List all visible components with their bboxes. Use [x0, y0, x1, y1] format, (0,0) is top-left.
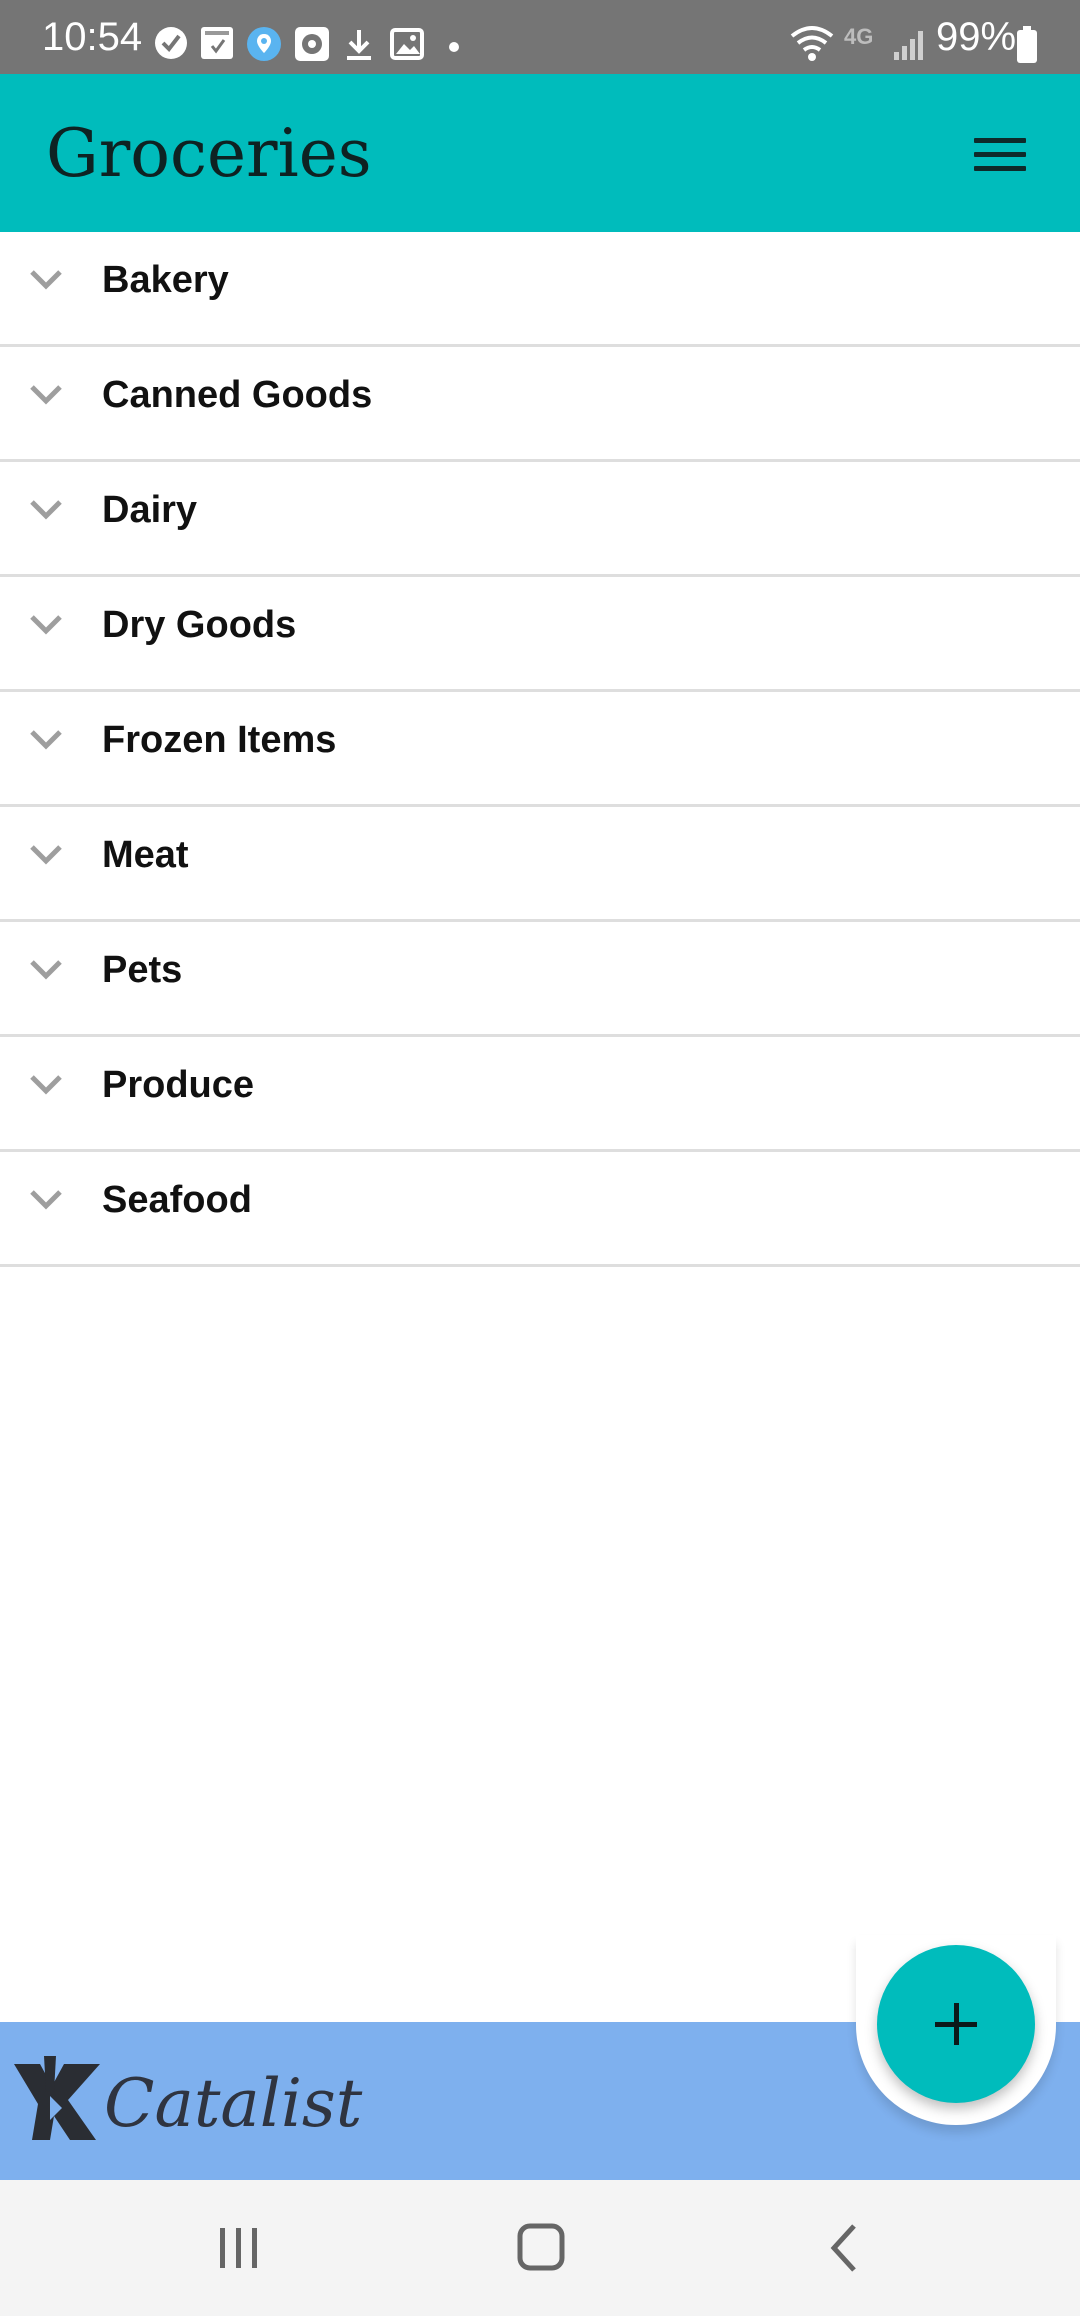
brand-name: Catalist: [104, 2065, 363, 2142]
recent-apps-button[interactable]: [204, 2216, 274, 2280]
hamburger-menu-icon: [974, 138, 1026, 143]
category-label: Produce: [102, 1064, 255, 1106]
category-item-dry-goods[interactable]: Dry Goods: [0, 577, 1080, 692]
chevron-down-icon[interactable]: [26, 950, 66, 990]
hamburger-menu-icon-line: [974, 152, 1026, 157]
category-label: Pets: [102, 949, 183, 991]
system-nav-bar: [0, 2180, 1080, 2316]
back-icon: [830, 2224, 856, 2272]
category-item-produce[interactable]: Produce: [0, 1037, 1080, 1152]
category-item-pets[interactable]: Pets: [0, 922, 1080, 1037]
catalist-logo-icon: [14, 2056, 100, 2140]
category-label: Seafood: [102, 1179, 252, 1221]
add-button[interactable]: [877, 1945, 1035, 2103]
signal-icon: [892, 28, 926, 67]
plus-icon-vertical: [954, 2003, 959, 2045]
category-label: Canned Goods: [102, 374, 373, 416]
page-title: Groceries: [46, 115, 372, 192]
category-list: Bakery Canned Goods Dairy Dry Goods Froz…: [0, 232, 1080, 1267]
category-item-dairy[interactable]: Dairy: [0, 462, 1080, 577]
category-label: Meat: [102, 834, 189, 876]
back-button[interactable]: [808, 2216, 878, 2280]
chevron-down-icon[interactable]: [26, 605, 66, 645]
chevron-down-icon[interactable]: [26, 720, 66, 760]
chevron-down-icon[interactable]: [26, 260, 66, 300]
chevron-down-icon[interactable]: [26, 1065, 66, 1105]
category-label: Dry Goods: [102, 604, 297, 646]
category-item-frozen-items[interactable]: Frozen Items: [0, 692, 1080, 807]
battery-percent: 99%: [936, 15, 1017, 59]
home-icon: [517, 2223, 565, 2271]
chevron-down-icon[interactable]: [26, 1180, 66, 1220]
image-icon: [390, 28, 424, 65]
chevron-down-icon[interactable]: [26, 490, 66, 530]
chevron-down-icon[interactable]: [26, 835, 66, 875]
status-bar: 10:54 4G 99%: [0, 0, 1080, 74]
download-icon: [344, 28, 374, 67]
category-item-canned-goods[interactable]: Canned Goods: [0, 347, 1080, 462]
chevron-down-icon[interactable]: [26, 375, 66, 415]
home-button[interactable]: [506, 2216, 576, 2280]
wifi-icon: [790, 24, 834, 69]
category-label: Dairy: [102, 489, 198, 531]
gallery-app-icon: [294, 26, 330, 67]
category-item-meat[interactable]: Meat: [0, 807, 1080, 922]
hamburger-menu-icon-line: [974, 166, 1026, 171]
app-bar: Groceries: [0, 74, 1080, 232]
recent-apps-icon: [220, 2228, 257, 2268]
location-pin-icon: [246, 26, 282, 67]
network-type-label: 4G: [844, 24, 874, 49]
category-item-seafood[interactable]: Seafood: [0, 1152, 1080, 1267]
callfilter-icon: [200, 26, 234, 65]
check-circle-icon: [154, 26, 188, 65]
status-time: 10:54: [42, 15, 143, 59]
battery-icon: [1016, 26, 1038, 69]
category-label: Bakery: [102, 259, 229, 301]
hamburger-menu-button[interactable]: [966, 126, 1036, 182]
category-item-bakery[interactable]: Bakery: [0, 232, 1080, 347]
category-label: Frozen Items: [102, 719, 337, 761]
dot-icon: [448, 40, 460, 58]
